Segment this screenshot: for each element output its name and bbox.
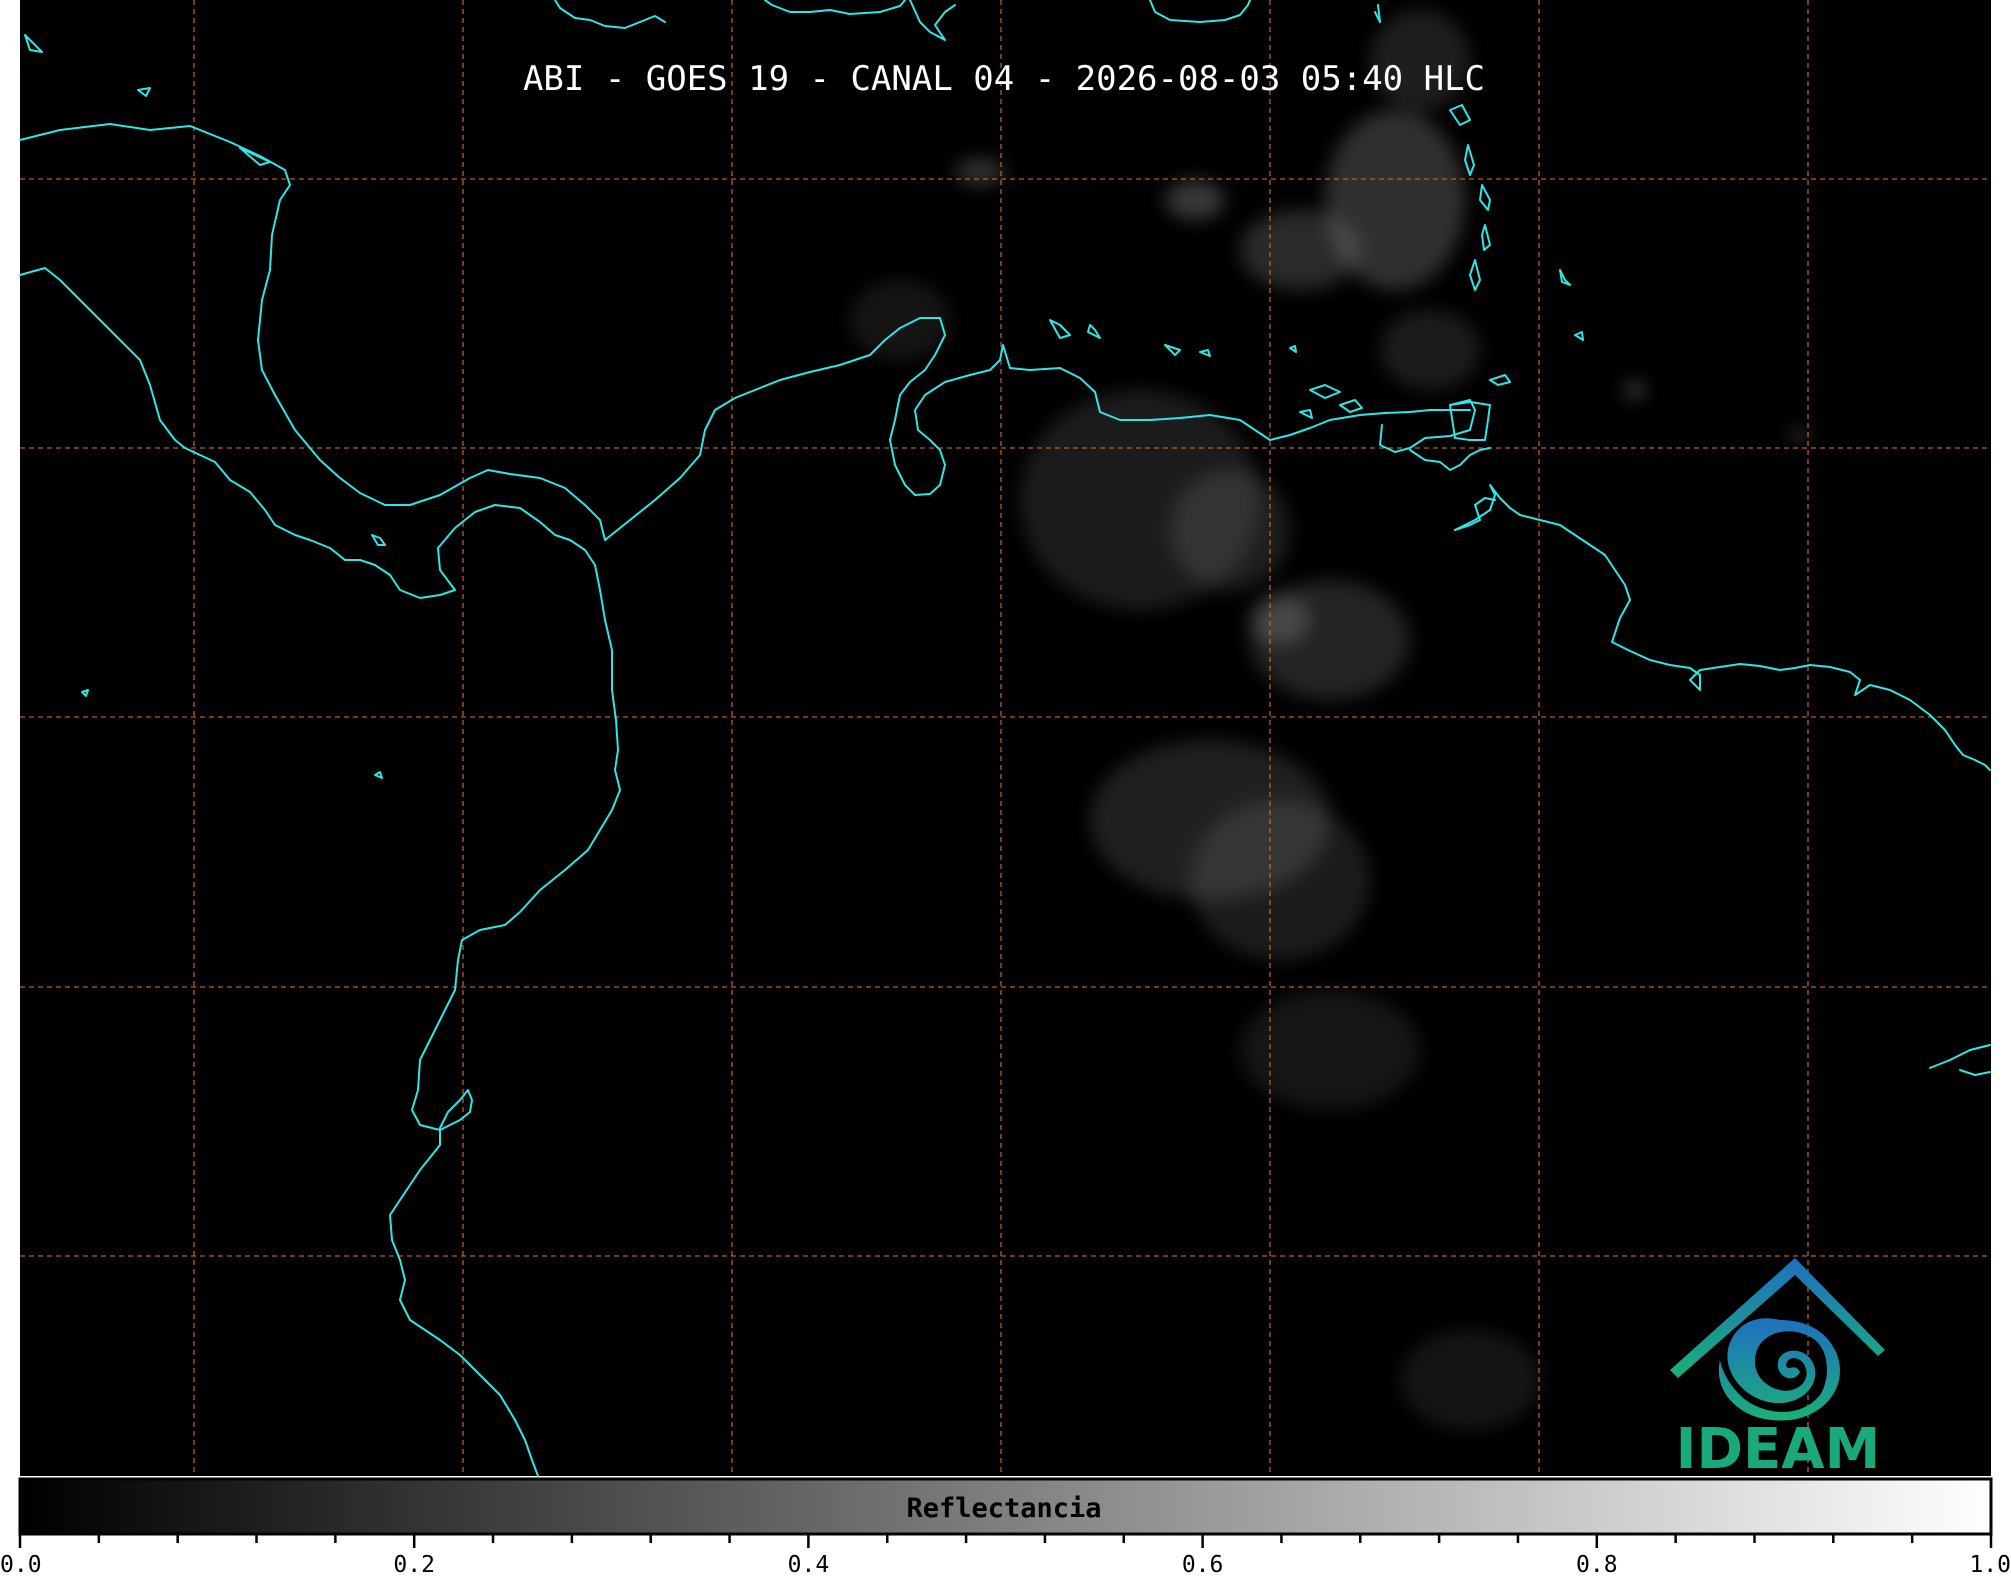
colorbar-tick-label: 0.6 xyxy=(1182,1552,1224,1577)
colorbar-tick-label: 1.0 xyxy=(1969,1552,2011,1577)
colorbar-tick-label: 0.0 xyxy=(0,1552,42,1577)
colorbar-tick-label: 0.8 xyxy=(1576,1552,1618,1577)
colorbar-label: Reflectancia xyxy=(906,1493,1101,1524)
map-panel: ABI - GOES 19 - CANAL 04 - 2026-08-03 05… xyxy=(19,0,1991,1482)
map-background xyxy=(20,0,1991,1476)
satellite-image-figure: ABI - GOES 19 - CANAL 04 - 2026-08-03 05… xyxy=(0,0,2011,1577)
colorbar-tick-label: 0.2 xyxy=(393,1552,435,1577)
map-title: ABI - GOES 19 - CANAL 04 - 2026-08-03 05… xyxy=(523,59,1485,99)
colorbar-tick-label: 0.4 xyxy=(788,1552,830,1577)
ideam-logo-text: IDEAM xyxy=(1676,1417,1881,1482)
